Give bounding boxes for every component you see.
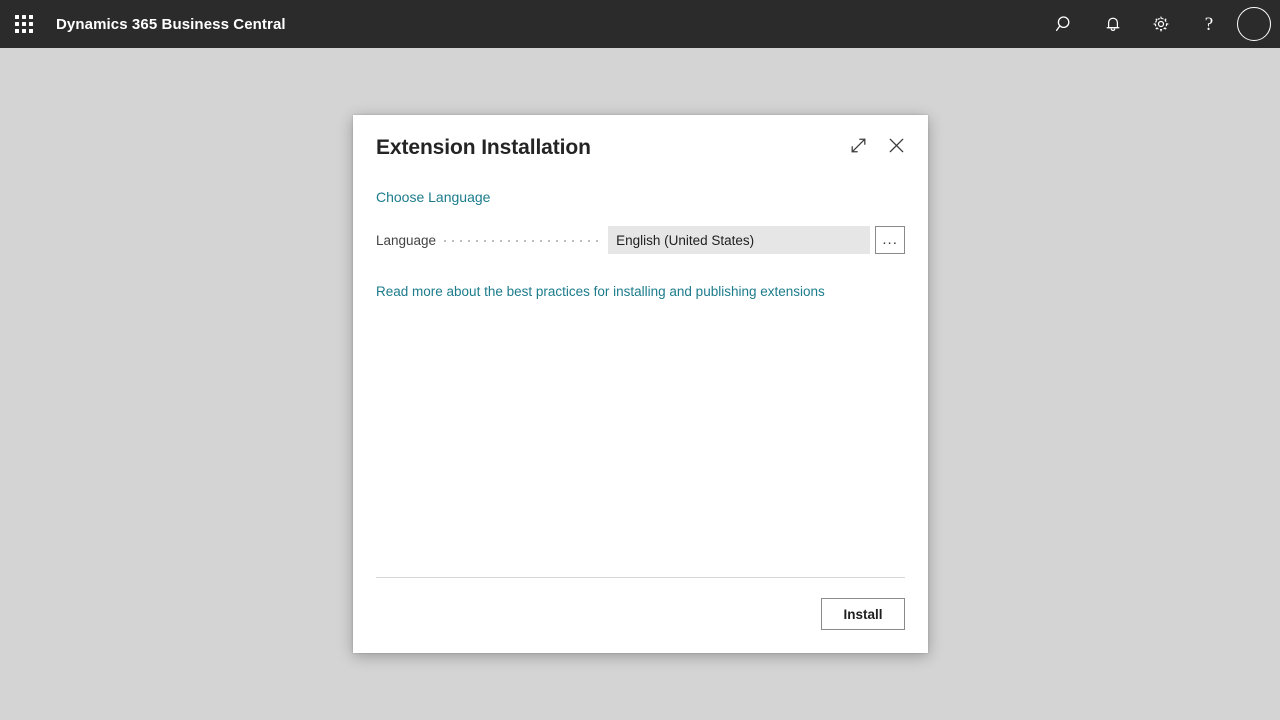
- language-field-row: Language ...: [376, 226, 905, 254]
- page-surface: Extension Installation Choose Language L…: [0, 48, 1280, 720]
- user-avatar[interactable]: [1237, 7, 1271, 41]
- search-button[interactable]: [1041, 0, 1089, 48]
- help-button[interactable]: ?: [1185, 0, 1233, 48]
- search-icon: [1055, 16, 1070, 32]
- app-top-bar: Dynamics 365 Business Central ?: [0, 0, 1280, 48]
- footer-divider: [376, 577, 905, 578]
- notifications-button[interactable]: [1089, 0, 1137, 48]
- language-lookup-button[interactable]: ...: [875, 226, 905, 254]
- expand-diagonal-icon: [851, 138, 865, 152]
- install-button[interactable]: Install: [821, 598, 905, 630]
- help-question-icon: ?: [1204, 13, 1214, 35]
- language-field-label: Language: [376, 232, 437, 248]
- notifications-bell-icon: [1106, 17, 1120, 32]
- language-input[interactable]: [608, 226, 871, 254]
- ellipsis-icon: ...: [882, 231, 898, 248]
- close-x-icon: [889, 138, 903, 152]
- dialog-header: Extension Installation: [353, 115, 928, 177]
- dotted-leader: [444, 233, 603, 247]
- dialog-header-actions: [845, 132, 909, 158]
- dialog-footer: Install: [353, 577, 928, 653]
- dialog-body: Choose Language Language ... Read more a…: [353, 177, 928, 577]
- dialog-title: Extension Installation: [376, 136, 591, 159]
- settings-button[interactable]: [1137, 0, 1185, 48]
- footer-actions: Install: [376, 598, 905, 630]
- close-dialog-button[interactable]: [883, 132, 909, 158]
- top-bar-actions: ?: [1041, 0, 1280, 48]
- settings-gear-icon: [1153, 16, 1169, 32]
- extension-installation-dialog: Extension Installation Choose Language L…: [353, 115, 928, 653]
- app-launcher-grid-icon: [15, 15, 33, 33]
- app-launcher-button[interactable]: [0, 0, 48, 48]
- best-practices-link[interactable]: Read more about the best practices for i…: [376, 283, 825, 301]
- choose-language-link[interactable]: Choose Language: [376, 188, 490, 206]
- app-title: Dynamics 365 Business Central: [56, 15, 286, 33]
- expand-dialog-button[interactable]: [845, 132, 871, 158]
